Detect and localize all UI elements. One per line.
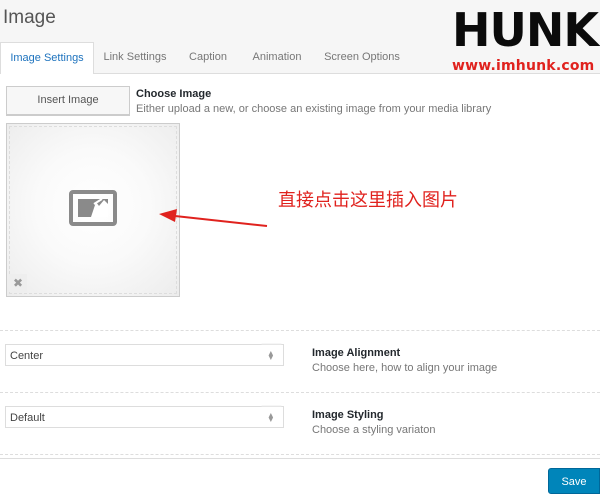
settings-panel: Insert Image Choose Image Either upload … — [0, 74, 600, 500]
section-divider — [0, 454, 600, 455]
tab-bar: Image Settings Link Settings Caption Ani… — [0, 42, 600, 75]
updown-arrows-icon: ◂▸ — [261, 343, 282, 367]
alignment-title: Image Alignment — [312, 347, 401, 359]
choose-image-description: Either upload a new, or choose an existi… — [136, 103, 492, 115]
tab-link-settings[interactable]: Link Settings — [95, 42, 175, 73]
annotation-arrow-icon — [159, 209, 268, 227]
tab-caption[interactable]: Caption — [180, 42, 236, 73]
image-placeholder-icon — [69, 190, 117, 226]
tab-animation[interactable]: Animation — [241, 42, 313, 73]
section-divider — [0, 392, 600, 393]
insert-image-button[interactable]: Insert Image — [6, 86, 130, 115]
modal-footer: Save — [0, 458, 600, 501]
tab-image-settings[interactable]: Image Settings — [0, 42, 94, 75]
alignment-select[interactable]: Center ◂▸ — [5, 343, 284, 367]
annotation-text: 直接点击这里插入图片 — [278, 190, 458, 211]
updown-arrows-icon: ◂▸ — [261, 405, 282, 429]
section-divider — [0, 330, 600, 331]
modal-title: Image — [3, 7, 56, 28]
styling-select[interactable]: Default ◂▸ — [5, 405, 284, 429]
styling-title: Image Styling — [312, 409, 384, 421]
styling-selected-value: Default — [10, 412, 45, 424]
close-icon[interactable]: ✖ — [9, 274, 27, 292]
choose-image-title: Choose Image — [136, 88, 212, 100]
alignment-selected-value: Center — [10, 350, 44, 362]
tab-screen-options[interactable]: Screen Options — [318, 42, 406, 73]
save-button[interactable]: Save — [548, 468, 600, 494]
image-drop-area[interactable]: ✖ — [6, 123, 180, 297]
alignment-description: Choose here, how to align your image — [312, 362, 498, 374]
styling-description: Choose a styling variaton — [312, 424, 436, 436]
